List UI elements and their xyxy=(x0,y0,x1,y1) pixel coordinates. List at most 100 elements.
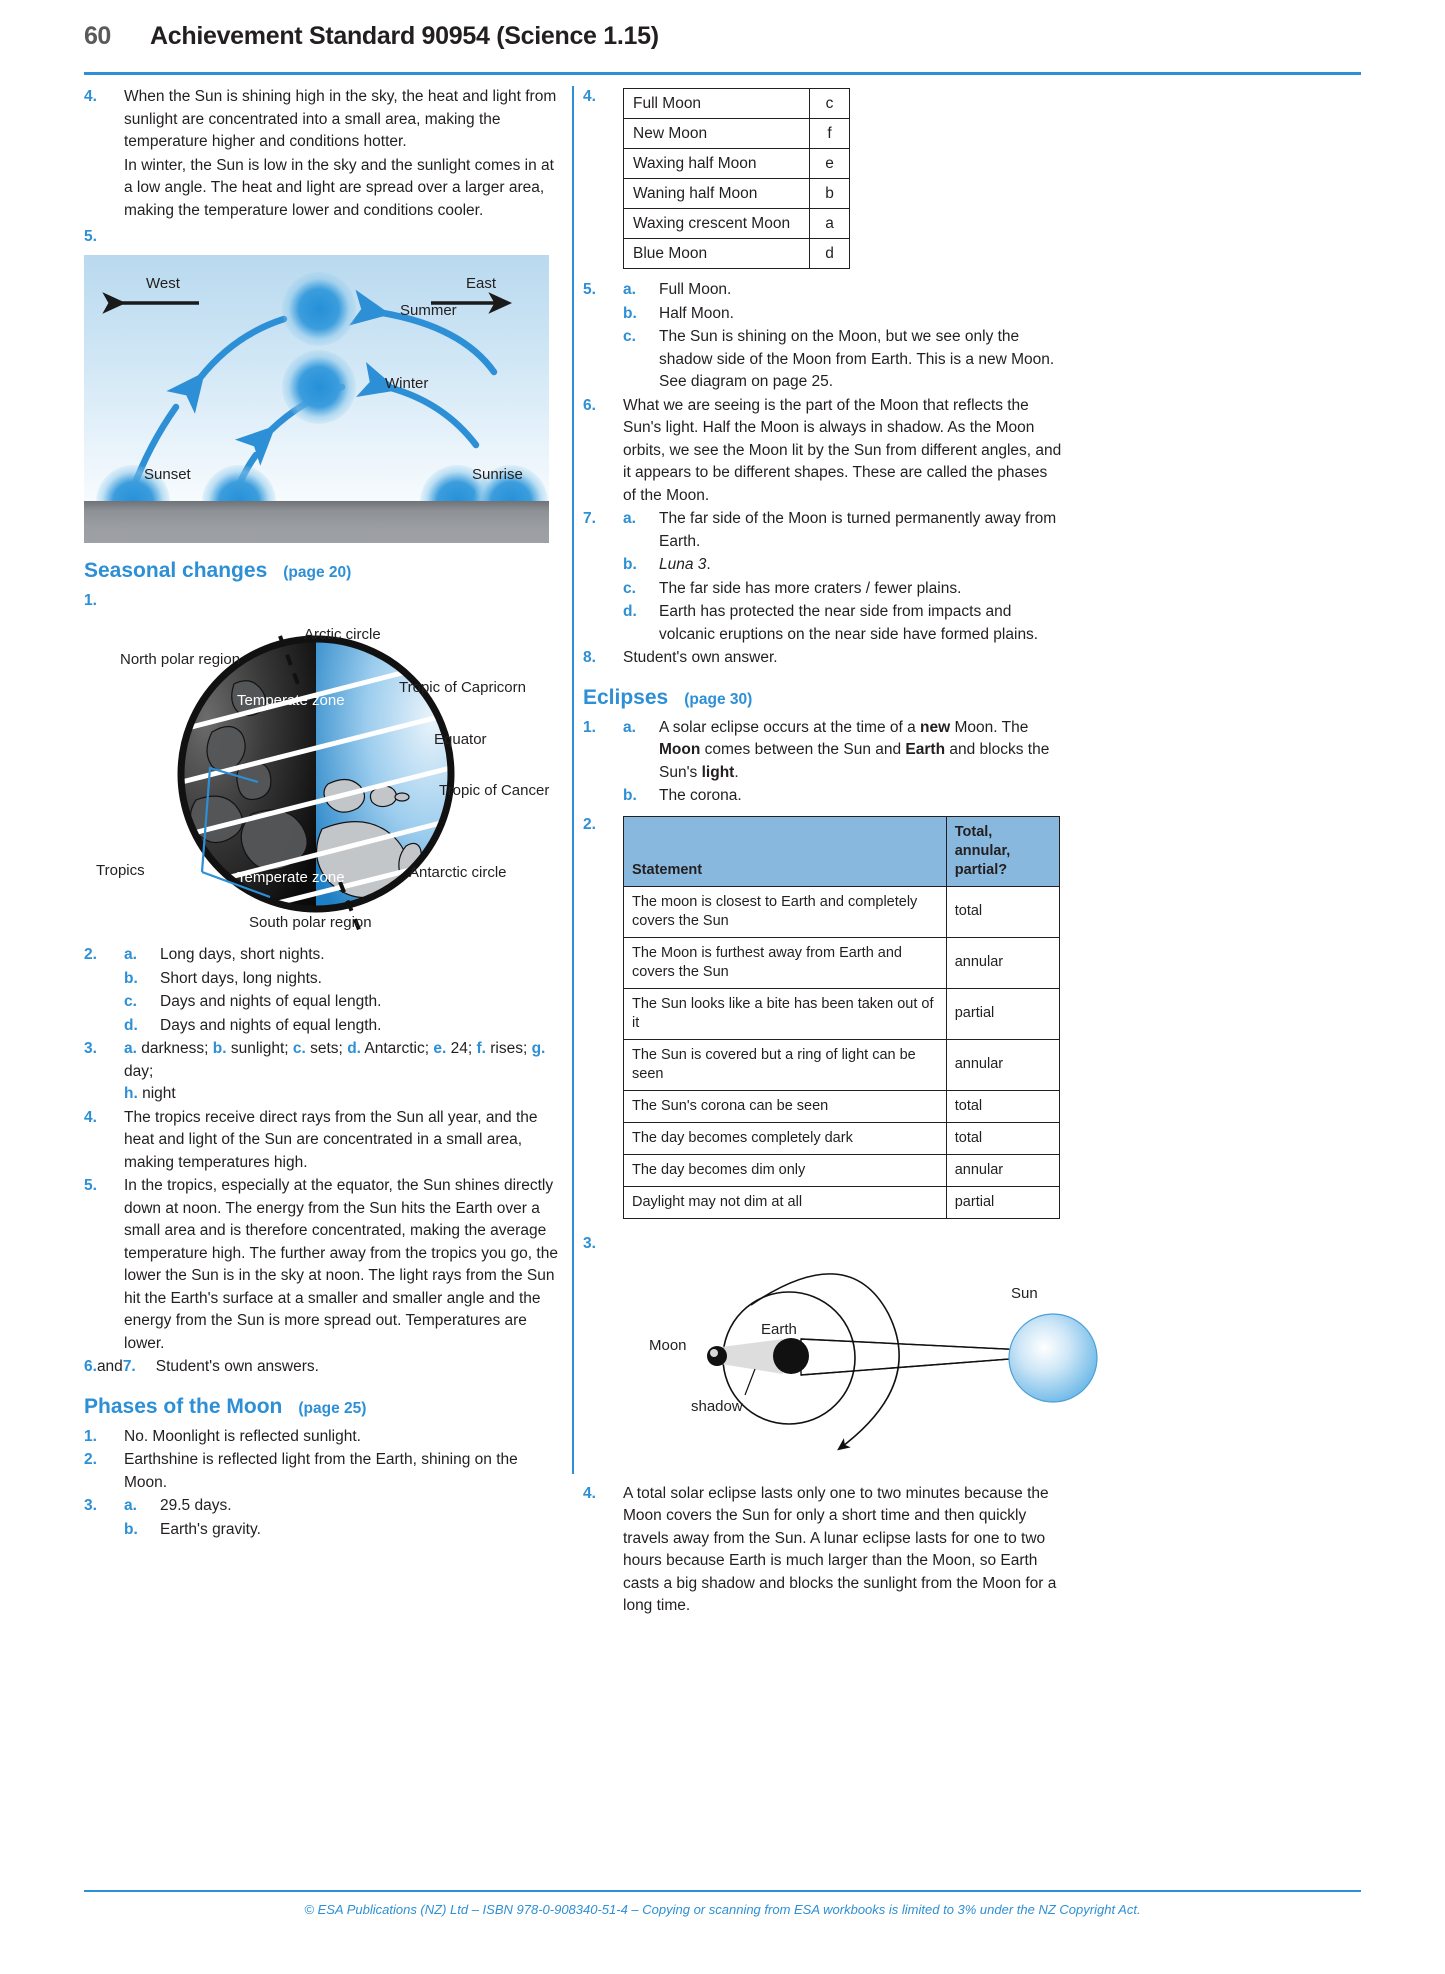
horizon-ground xyxy=(84,500,549,543)
moon-phase-code: f xyxy=(809,118,850,149)
answer-item: 8. Student's own answer. xyxy=(583,647,1063,670)
section-page-ref: (page 30) xyxy=(684,690,753,708)
item-number: 1. xyxy=(84,1427,97,1445)
answer-item: c. Days and nights of equal length. xyxy=(84,991,564,1014)
item-text: Half Moon. xyxy=(659,304,734,322)
item-letter: c. xyxy=(124,993,137,1010)
table-row: The moon is closest to Earth and complet… xyxy=(623,885,1061,938)
table-row: Waxing crescent Moon a xyxy=(623,208,850,239)
moon-phase-name: New Moon xyxy=(623,118,810,149)
item-letter: c. xyxy=(623,328,636,345)
item-letter: a. xyxy=(124,946,137,963)
item-number: 3. xyxy=(84,1497,97,1514)
item-number: 4. xyxy=(583,1484,596,1502)
section-heading-phases-of-the-moon: Phases of the Moon (page 25) xyxy=(84,1395,564,1419)
moon-phase-code: d xyxy=(809,238,850,269)
answer-item: 3. a. 29.5 days. xyxy=(84,1495,564,1518)
answer-item: 5. In the tropics, especially at the equ… xyxy=(84,1175,564,1355)
answer-group-2: 2. a. Long days, short nights. b. Short … xyxy=(84,944,564,1037)
answer-item: 7. a. The far side of the Moon is turned… xyxy=(583,508,1063,553)
item-text: Earth has protected the near side from i… xyxy=(659,603,1039,643)
item-number: 1. xyxy=(84,591,97,609)
keyword-earth: Earth xyxy=(905,741,946,758)
answer-item: 4. A total solar eclipse lasts only one … xyxy=(583,1483,1063,1618)
item-number: 4. xyxy=(583,88,596,105)
answer-item: b. The corona. xyxy=(583,785,1063,808)
item-text: a. darkness; b. sunlight; c. sets; d. An… xyxy=(124,1038,564,1106)
item-number: 2. xyxy=(583,815,596,833)
column-header-statement: Statement xyxy=(623,815,947,887)
statement-cell: Daylight may not dim at all xyxy=(623,1185,947,1219)
answer-item: c. The far side has more craters / fewer… xyxy=(583,578,1063,601)
item-text: Full Moon. xyxy=(659,281,732,298)
label-antarctic-circle: Antarctic circle xyxy=(409,864,507,881)
answer-item: 5. xyxy=(84,226,564,249)
moon-phase-code: b xyxy=(809,178,850,209)
moon-phase-match-table: Full Moon c New Moon f Waxing half Moon … xyxy=(623,88,850,269)
header-divider xyxy=(84,72,1361,75)
period: . xyxy=(706,556,711,573)
item-number: 3. xyxy=(583,1234,596,1252)
table-row: Waxing half Moon e xyxy=(623,148,850,179)
seg2: Moon. The xyxy=(950,718,1029,736)
table-row: New Moon f xyxy=(623,118,850,149)
item-text: Days and nights of equal length. xyxy=(160,993,382,1010)
label-sunrise: Sunrise xyxy=(472,465,523,483)
eclipse-diagram-svg xyxy=(707,1272,1098,1450)
item-text: A total solar eclipse lasts only one to … xyxy=(623,1484,1057,1615)
section-title: Seasonal changes xyxy=(84,558,268,582)
answer-item: 2. Earthshine is reflected light from th… xyxy=(84,1449,564,1494)
text-f: rises; xyxy=(485,1040,532,1057)
letter-c: c. xyxy=(292,1040,306,1057)
right-column: 4. Full Moon c New Moon f Waxing half Mo… xyxy=(583,86,1098,1619)
answer-item-continued: In winter, the Sun is low in the sky and… xyxy=(84,155,564,223)
table-row: The day becomes dim only annular xyxy=(623,1153,1061,1187)
text-b: sunlight; xyxy=(226,1040,293,1057)
letter-f: f. xyxy=(476,1040,486,1057)
letter-b: b. xyxy=(212,1040,227,1057)
label-east: East xyxy=(466,274,497,292)
item-letter: d. xyxy=(623,603,637,620)
copyright-notice: © ESA Publications (NZ) Ltd – ISBN 978-0… xyxy=(304,1902,1141,1917)
item-letter: a. xyxy=(623,510,636,527)
keyword-moon: Moon xyxy=(659,741,701,758)
text-a: darkness; xyxy=(136,1040,213,1057)
table-row: Daylight may not dim at all partial xyxy=(623,1185,1061,1219)
item-letter: a. xyxy=(623,281,636,298)
answer-cell: annular xyxy=(945,936,1061,989)
section-heading-eclipses: Eclipses (page 30) xyxy=(583,686,1063,710)
statement-cell: The Sun is covered but a ring of light c… xyxy=(623,1038,947,1091)
seg5: . xyxy=(734,763,739,781)
item-number: 3. xyxy=(84,1040,97,1057)
table-row: The day becomes completely dark total xyxy=(623,1121,1061,1155)
item-letter: b. xyxy=(124,1520,138,1538)
statement-cell: The Sun looks like a bite has been taken… xyxy=(623,987,947,1040)
sun-path-diagram: West East Summer Winter Sunset Sunrise xyxy=(84,254,549,543)
section-title: Phases of the Moon xyxy=(84,1394,283,1418)
text-e: 24; xyxy=(446,1040,477,1057)
answer-item: 5. a. Full Moon. xyxy=(583,279,1063,302)
item-letter: a. xyxy=(124,1497,137,1514)
moon-phase-name: Waxing half Moon xyxy=(623,148,810,179)
item-letter: a. xyxy=(623,718,636,736)
item-number: 5. xyxy=(84,1177,97,1194)
solar-eclipse-geometry-diagram: Moon Earth Sun shadow xyxy=(633,1243,1103,1473)
item-number: 1. xyxy=(583,718,596,736)
answer-item: b. Earth's gravity. xyxy=(84,1519,564,1542)
seg1: A solar eclipse occurs at the time of a xyxy=(659,718,921,736)
letter-e: e. xyxy=(433,1040,447,1057)
moon-phase-code: c xyxy=(809,88,850,119)
label-temperate-zone-south: Temperate zone xyxy=(237,869,345,886)
answer-item: 4. The tropics receive direct rays from … xyxy=(84,1107,564,1175)
sun-icon-winter-noon xyxy=(282,349,356,424)
table-row: The Sun is covered but a ring of light c… xyxy=(623,1038,1061,1091)
item-number: 2. xyxy=(84,946,97,963)
label-north-polar-region: North polar region xyxy=(120,651,241,668)
table-row: The Moon is furthest away from Earth and… xyxy=(623,936,1061,989)
item-number-6: 6. xyxy=(84,1358,97,1375)
item-text: When the Sun is shining high in the sky,… xyxy=(124,88,557,150)
answer-item: 1. No. Moonlight is reflected sunlight. xyxy=(84,1426,564,1449)
label-sun: Sun xyxy=(1011,1284,1038,1302)
table-row: Blue Moon d xyxy=(623,238,850,269)
table-header-row: Statement Total, annular, partial? xyxy=(623,815,1061,887)
